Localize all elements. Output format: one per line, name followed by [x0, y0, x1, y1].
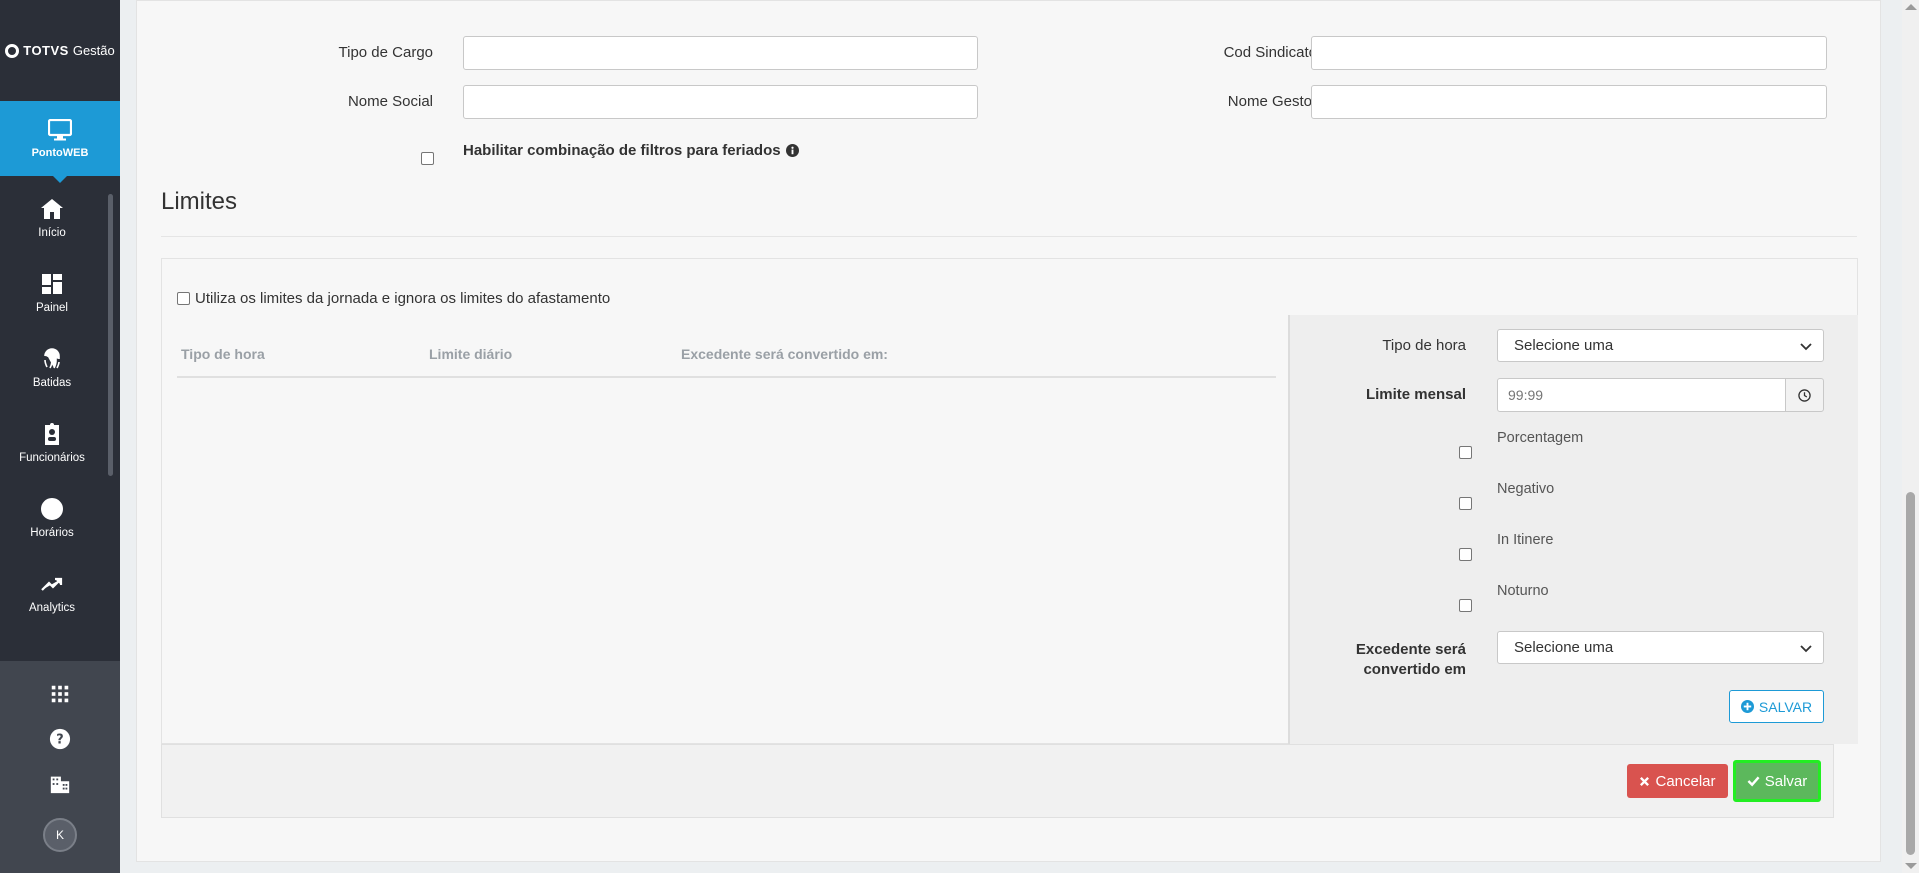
info-icon[interactable]	[785, 144, 799, 157]
tipo-hora-select[interactable]: Selecione uma	[1497, 329, 1824, 362]
sidebar-item-painel[interactable]: Painel	[0, 255, 104, 330]
porcentagem-checkbox[interactable]	[1459, 446, 1472, 459]
scrollbar-thumb[interactable]	[1906, 492, 1915, 855]
clock-icon	[41, 497, 63, 520]
noturno-label: Noturno	[1497, 583, 1549, 599]
limit-editor-pane: Tipo de hora Selecione uma Limite mensal…	[1288, 315, 1858, 744]
in-itinere-label: In Itinere	[1497, 532, 1554, 548]
negativo-label: Negativo	[1497, 481, 1555, 497]
module-label: PontoWEB	[31, 146, 89, 159]
excedente-value: Selecione uma	[1514, 639, 1614, 656]
limite-mensal-clock-button[interactable]	[1785, 378, 1824, 412]
section-divider	[161, 236, 1857, 237]
sidebar-scrollbar[interactable]	[108, 194, 113, 476]
sidebar-item-label: Horários	[30, 526, 74, 539]
sidebar-nav: Início Painel Batidas Funcionários Horár…	[0, 180, 120, 660]
monitor-icon	[48, 118, 72, 140]
cancel-button[interactable]: Cancelar	[1627, 764, 1728, 798]
employee-badge-icon	[45, 422, 59, 445]
sidebar-item-label: Batidas	[32, 376, 72, 389]
save-label: Salvar	[1764, 772, 1808, 790]
sidebar-item-horarios[interactable]: Horários	[0, 480, 104, 555]
totvs-logo-icon	[5, 43, 20, 58]
excedente-select[interactable]: Selecione uma	[1497, 631, 1824, 664]
sidebar-item-batidas[interactable]: Batidas	[0, 330, 104, 405]
dashboard-icon	[42, 273, 62, 294]
in-itinere-checkbox[interactable]	[1459, 548, 1472, 561]
sidebar-bottom: ? K	[0, 661, 120, 873]
form-footer: Cancelar Salvar	[161, 744, 1834, 818]
plus-circle-icon	[1740, 700, 1754, 713]
sidebar-item-label: Funcionários	[19, 451, 85, 464]
porcentagem-label: Porcentagem	[1497, 430, 1584, 446]
scroll-down-icon[interactable]	[1905, 863, 1917, 869]
limites-box: Utiliza os limites da jornada e ignora o…	[161, 258, 1858, 744]
nome-social-input[interactable]	[463, 85, 978, 119]
nome-gestor-label: Nome Gestor	[1227, 93, 1317, 110]
scroll-up-icon[interactable]	[1905, 4, 1917, 10]
cod-sindicato-label: Cod Sindicato	[1223, 44, 1317, 61]
home-icon	[41, 198, 63, 219]
tipo-hora-label: Tipo de hora	[1382, 337, 1466, 354]
tipo-de-cargo-label: Tipo de Cargo	[338, 44, 434, 61]
chevron-down-icon	[1800, 343, 1812, 351]
limits-table-header: Tipo de hora Limite diário Excedente ser…	[177, 331, 1276, 378]
th-limite-diario: Limite diário	[429, 346, 513, 362]
building-icon[interactable]	[49, 773, 71, 795]
main-panel: Tipo de Cargo Cod Sindicato Nome Social …	[136, 0, 1881, 862]
sidebar-item-label: Analytics	[28, 601, 76, 614]
svg-text:?: ?	[56, 733, 63, 748]
feriados-checkbox-label: Habilitar combinação de filtros para fer…	[463, 142, 781, 159]
page-scrollbar[interactable]	[1902, 0, 1919, 873]
fingerprint-icon	[44, 347, 60, 368]
avatar[interactable]: K	[43, 818, 77, 852]
sidebar-item-analytics[interactable]: Analytics	[0, 555, 104, 630]
sidebar-item-funcionarios[interactable]: Funcionários	[0, 405, 104, 480]
limit-save-button[interactable]: SALVAR	[1729, 690, 1824, 723]
nome-social-label: Nome Social	[347, 93, 433, 110]
limites-title: Limites	[161, 188, 238, 215]
tipo-hora-value: Selecione uma	[1514, 337, 1614, 354]
help-icon[interactable]: ?	[49, 728, 71, 750]
sidebar: TOTVS Gestão PontoWEB Início Painel Bati…	[0, 0, 120, 873]
ignore-limits-label: Utiliza os limites da jornada e ignora o…	[195, 290, 611, 307]
excedente-label-line2: convertido em	[1363, 661, 1466, 678]
nome-gestor-input[interactable]	[1311, 85, 1827, 119]
negativo-checkbox[interactable]	[1459, 497, 1472, 510]
feriados-checkbox-row: Habilitar combinação de filtros para fer…	[463, 142, 799, 159]
sidebar-item-inicio[interactable]: Início	[0, 180, 104, 255]
th-tipo-de-hora: Tipo de hora	[181, 346, 265, 362]
excedente-label-line1: Excedente será	[1355, 641, 1466, 658]
brand-logo[interactable]: TOTVS Gestão	[0, 0, 120, 101]
brand-name: TOTVS	[23, 43, 69, 58]
close-icon	[1640, 776, 1650, 786]
trending-up-icon	[41, 577, 63, 591]
limite-mensal-input[interactable]	[1497, 378, 1786, 412]
ignore-limits-checkbox[interactable]	[177, 292, 190, 305]
noturno-checkbox[interactable]	[1459, 599, 1472, 612]
save-button[interactable]: Salvar	[1733, 760, 1821, 802]
cancel-label: Cancelar	[1655, 772, 1716, 790]
th-excedente: Excedente será convertido em:	[681, 346, 888, 362]
clock-icon	[1798, 388, 1811, 402]
module-pontoweb[interactable]: PontoWEB	[0, 101, 120, 183]
limite-mensal-label: Limite mensal	[1365, 386, 1466, 403]
check-icon	[1747, 776, 1760, 787]
apps-grid-icon[interactable]	[49, 683, 71, 705]
avatar-initial: K	[55, 828, 64, 842]
sidebar-item-label: Painel	[36, 301, 68, 314]
tipo-de-cargo-input[interactable]	[463, 36, 978, 70]
feriados-checkbox[interactable]	[421, 152, 434, 165]
limit-save-label: SALVAR	[1758, 698, 1813, 715]
excedente-label: Excedente será convertido em	[1330, 640, 1466, 680]
cod-sindicato-input[interactable]	[1311, 36, 1827, 70]
chevron-down-icon	[1800, 645, 1812, 653]
brand-product: Gestão	[72, 43, 115, 58]
sidebar-item-label: Início	[38, 226, 66, 239]
